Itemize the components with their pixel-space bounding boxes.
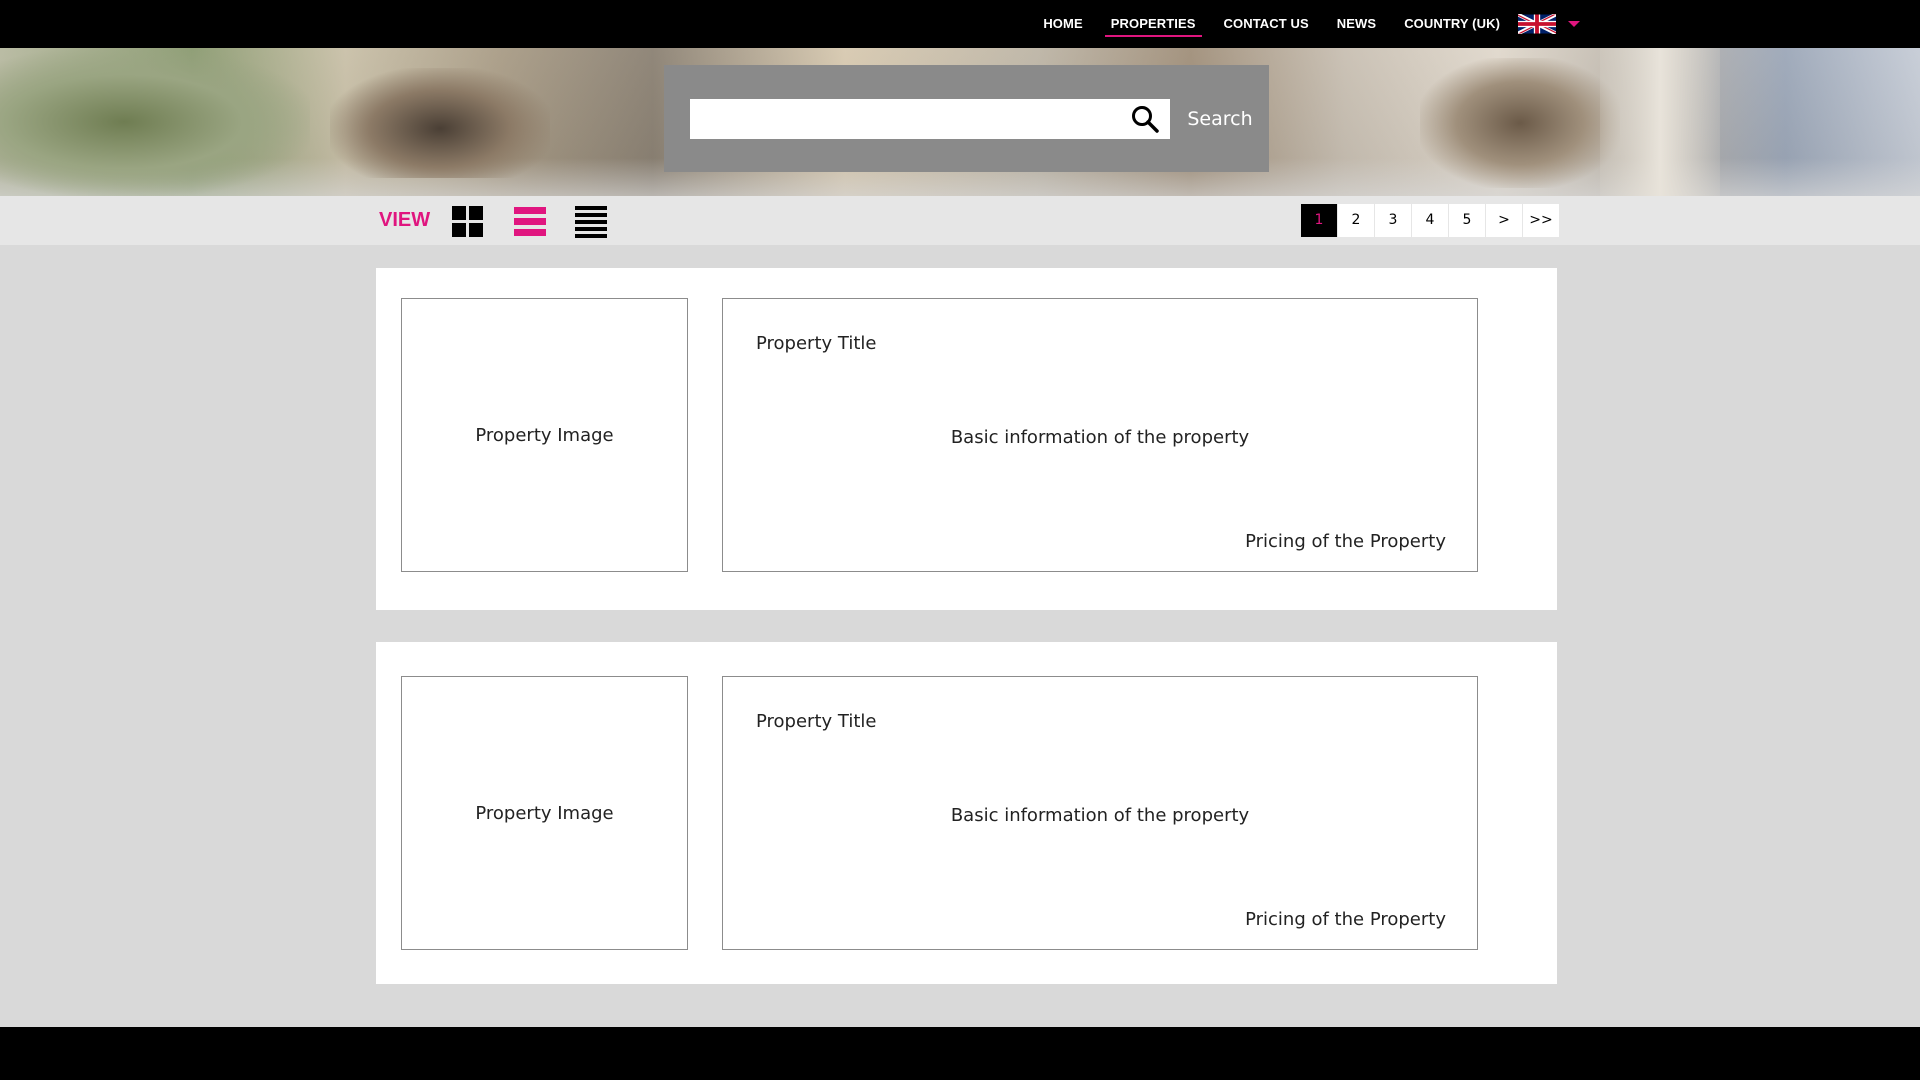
nav-properties[interactable]: PROPERTIES [1097, 0, 1210, 48]
view-toolbar: VIEW [0, 196, 1920, 245]
chevron-down-icon[interactable] [1568, 21, 1580, 27]
page-4-button[interactable]: 4 [1412, 204, 1448, 237]
search-input[interactable] [690, 99, 1170, 139]
property-pricing: Pricing of the Property [1245, 531, 1446, 552]
search-button[interactable]: Search [1184, 99, 1256, 139]
view-label: VIEW [379, 209, 431, 231]
country-label[interactable]: COUNTRY (UK) [1390, 0, 1514, 48]
property-basic-info: Basic information of the property [950, 427, 1250, 448]
property-card: Property Image Property Title Basic info… [376, 642, 1557, 984]
property-image[interactable]: Property Image [401, 676, 688, 950]
list-view-icon[interactable] [514, 206, 546, 238]
next-page-button[interactable]: > [1486, 204, 1522, 237]
search-panel: Search [664, 65, 1269, 172]
property-basic-info: Basic information of the property [950, 805, 1250, 826]
pagination: 1 2 3 4 5 > >> [1301, 204, 1560, 237]
property-info-box: Property Title Basic information of the … [722, 676, 1478, 950]
footer-bar [0, 1027, 1920, 1080]
nav-home[interactable]: HOME [1029, 0, 1096, 48]
page-2-button[interactable]: 2 [1338, 204, 1374, 237]
top-nav-bar: HOME PROPERTIES CONTACT US NEWS COUNTRY … [0, 0, 1920, 48]
nav-contact-us[interactable]: CONTACT US [1210, 0, 1323, 48]
page-3-button[interactable]: 3 [1375, 204, 1411, 237]
compact-list-view-icon[interactable] [575, 206, 607, 238]
property-card: Property Image Property Title Basic info… [376, 268, 1557, 610]
property-info-box: Property Title Basic information of the … [722, 298, 1478, 572]
page-1-button[interactable]: 1 [1301, 204, 1337, 237]
uk-flag-icon[interactable] [1518, 14, 1556, 34]
property-image[interactable]: Property Image [401, 298, 688, 572]
property-title[interactable]: Property Title [756, 711, 876, 732]
property-pricing: Pricing of the Property [1245, 909, 1446, 930]
page-5-button[interactable]: 5 [1449, 204, 1485, 237]
nav-news[interactable]: NEWS [1323, 0, 1390, 48]
country-selector[interactable]: COUNTRY (UK) [1390, 0, 1580, 48]
main-nav: HOME PROPERTIES CONTACT US NEWS COUNTRY … [1029, 0, 1580, 48]
property-title[interactable]: Property Title [756, 333, 876, 354]
search-icon[interactable] [1130, 104, 1160, 134]
last-page-button[interactable]: >> [1523, 204, 1559, 237]
grid-view-icon[interactable] [452, 206, 484, 238]
